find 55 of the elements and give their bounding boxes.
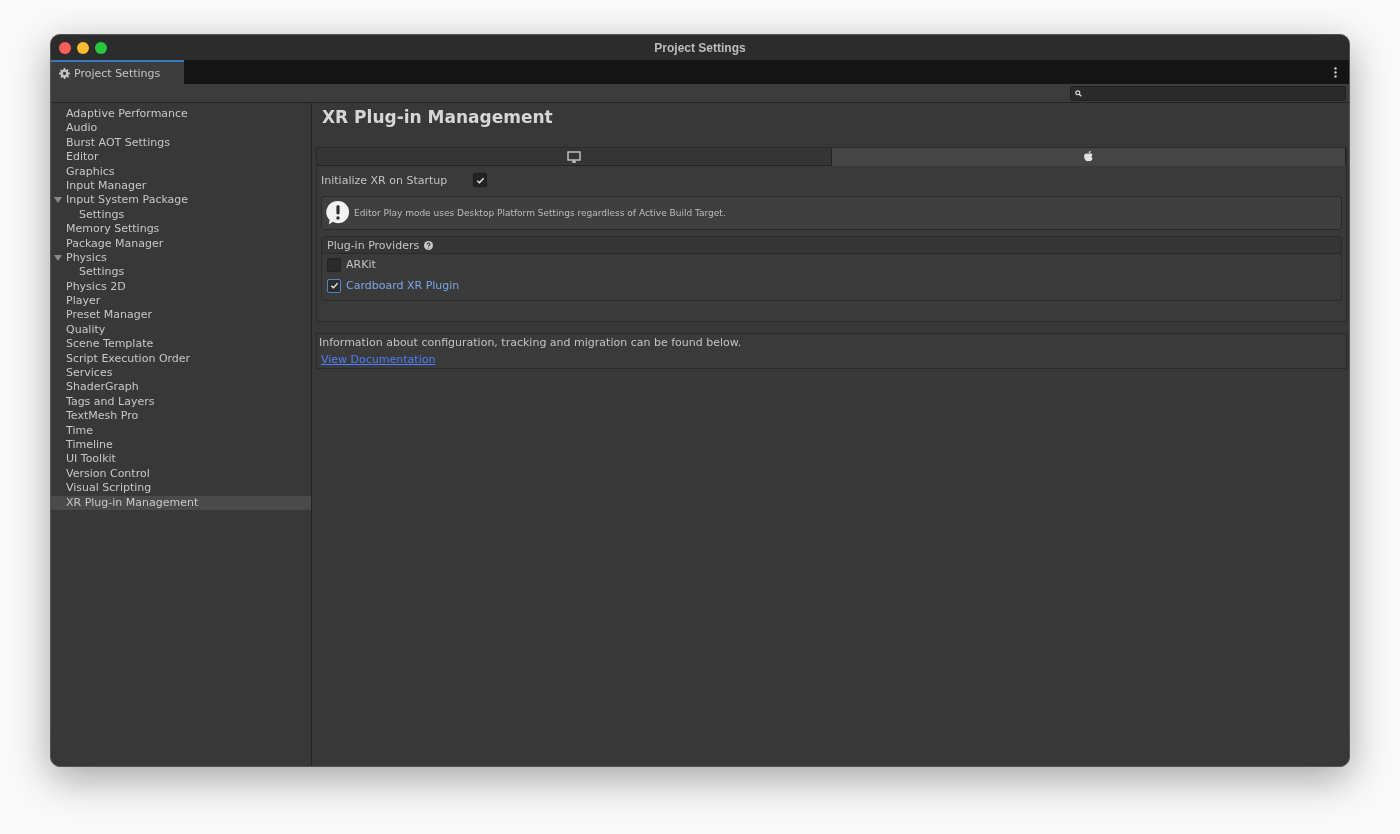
- sidebar-item[interactable]: Services: [51, 366, 311, 381]
- help-icon[interactable]: [424, 240, 434, 250]
- sidebar-item[interactable]: Input Manager: [51, 178, 311, 194]
- apple-icon: [1082, 150, 1094, 163]
- close-button[interactable]: [59, 41, 71, 54]
- checkbox[interactable]: [327, 278, 341, 293]
- section-title: Plug-in Providers: [327, 238, 420, 252]
- sidebar-item[interactable]: TextMesh Pro: [51, 409, 311, 424]
- sidebar-item[interactable]: Physics: [51, 250, 311, 266]
- minimize-button[interactable]: [77, 41, 89, 54]
- sidebar-item[interactable]: Audio: [51, 121, 311, 136]
- sidebar-item[interactable]: Graphics: [51, 164, 311, 179]
- sidebar-item[interactable]: Adaptive Performance: [51, 107, 311, 122]
- sidebar-item[interactable]: Player: [51, 294, 311, 309]
- page-title: XR Plug-in Management: [322, 106, 554, 129]
- caret-icon[interactable]: [54, 196, 62, 205]
- maximize-button[interactable]: [95, 41, 107, 54]
- sidebar-item[interactable]: Preset Manager: [51, 308, 311, 323]
- info-text: Editor Play mode uses Desktop Platform Settings regardless of Active Build Target.: [354, 208, 726, 218]
- monitor-icon: [566, 150, 581, 163]
- sidebar-item[interactable]: Package Manager: [51, 236, 311, 251]
- sidebar-item[interactable]: Memory Settings: [51, 222, 311, 237]
- sidebar-item[interactable]: Script Execution Order: [51, 351, 311, 367]
- sidebar-item[interactable]: Input System Package: [51, 193, 311, 208]
- checkbox[interactable]: [473, 173, 488, 187]
- sidebar-item[interactable]: Quality: [51, 322, 311, 338]
- caret-icon[interactable]: [54, 253, 62, 262]
- search-icon: [1075, 89, 1082, 97]
- sidebar-item[interactable]: UI Toolkit: [51, 452, 311, 467]
- checkmark-icon: [475, 175, 485, 185]
- search-field[interactable]: [1070, 85, 1346, 101]
- sidebar-item[interactable]: Timeline: [51, 438, 311, 453]
- warning-icon: [326, 200, 350, 226]
- window-title: Project Settings: [654, 40, 746, 55]
- sidebar-item[interactable]: Scene Template: [51, 337, 311, 352]
- settings-tab[interactable]: Project Settings: [51, 60, 185, 84]
- sidebar-item[interactable]: Editor: [51, 150, 311, 165]
- sidebar-item[interactable]: Burst AOT Settings: [51, 135, 311, 151]
- setting-label: Initialize XR on Startup: [321, 173, 448, 187]
- documentation-text: Information about configuration, tracking and migration can be found below.: [319, 336, 743, 349]
- sidebar-item[interactable]: Tags and Layers: [51, 394, 311, 410]
- checkbox[interactable]: [327, 257, 341, 272]
- more-menu-icon[interactable]: [1334, 66, 1337, 78]
- sidebar-item[interactable]: Time: [51, 423, 311, 438]
- sidebar-item[interactable]: Settings: [51, 265, 311, 280]
- sidebar-item[interactable]: Physics 2D: [51, 279, 311, 295]
- provider-label: ARKit: [346, 258, 376, 271]
- sidebar-item[interactable]: Version Control: [51, 466, 311, 482]
- checkmark-icon: [329, 281, 339, 290]
- sidebar-item[interactable]: XR Plug-in Management: [51, 495, 311, 510]
- sidebar-item[interactable]: Visual Scripting: [51, 481, 311, 496]
- gear-icon: [59, 67, 70, 79]
- sidebar-item[interactable]: ShaderGraph: [51, 380, 311, 395]
- sidebar-item[interactable]: Settings: [51, 207, 311, 223]
- provider-label: Cardboard XR Plugin: [346, 279, 460, 292]
